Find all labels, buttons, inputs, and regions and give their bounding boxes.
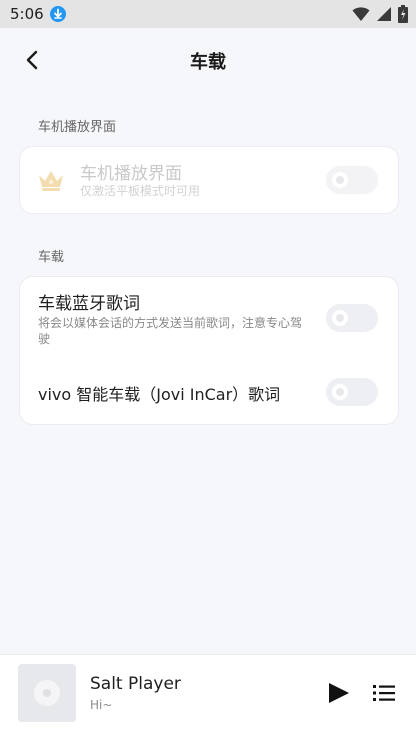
battery-icon — [398, 5, 408, 27]
toggle-knob — [332, 310, 348, 326]
player-title: Salt Player — [90, 674, 181, 694]
download-icon — [50, 6, 66, 22]
bluetooth-lyrics-row[interactable]: 车载蓝牙歌词 将会以媒体会话的方式发送当前歌词，注意专心驾驶 — [20, 277, 398, 361]
cellular-signal-icon — [376, 6, 392, 26]
section-label-car: 车载 — [38, 250, 65, 265]
car-ui-row[interactable]: 车机播放界面 仅激活平板模式时可用 — [20, 147, 398, 213]
playlist-button[interactable] — [372, 682, 396, 704]
toggle-knob — [332, 172, 348, 188]
toggle-knob — [332, 384, 348, 400]
wifi-icon — [352, 6, 370, 26]
bluetooth-lyrics-toggle[interactable] — [326, 304, 378, 332]
playlist-icon — [372, 685, 396, 708]
car-card: 车载蓝牙歌词 将会以媒体会话的方式发送当前歌词，注意专心驾驶 vivo 智能车载… — [19, 276, 399, 425]
car-ui-card: 车机播放界面 仅激活平板模式时可用 — [19, 146, 399, 214]
section-label-car-ui: 车机播放界面 — [38, 120, 117, 135]
mini-player[interactable]: Salt Player Hi~ — [0, 654, 416, 741]
vivo-lyrics-toggle[interactable] — [326, 378, 378, 406]
play-icon — [326, 683, 352, 710]
play-button[interactable] — [326, 680, 352, 706]
bluetooth-lyrics-subtitle: 将会以媒体会话的方式发送当前歌词，注意专心驾驶 — [38, 316, 303, 346]
app-bar: 车载 — [0, 28, 416, 92]
player-subtitle: Hi~ — [90, 698, 113, 712]
vivo-lyrics-row[interactable]: vivo 智能车载（Jovi InCar）歌词 — [20, 361, 398, 423]
disc-icon — [34, 680, 60, 706]
car-ui-title: 车机播放界面 — [80, 164, 182, 184]
bluetooth-lyrics-title: 车载蓝牙歌词 — [38, 294, 140, 314]
crown-icon — [37, 167, 65, 197]
album-cover[interactable] — [18, 664, 76, 722]
page-title: 车载 — [190, 52, 226, 73]
car-ui-toggle[interactable] — [326, 166, 378, 194]
vivo-lyrics-title: vivo 智能车载（Jovi InCar）歌词 — [38, 385, 281, 404]
status-time: 5:06 — [10, 5, 44, 23]
status-bar: 5:06 — [0, 0, 416, 28]
car-ui-subtitle: 仅激活平板模式时可用 — [80, 184, 201, 198]
